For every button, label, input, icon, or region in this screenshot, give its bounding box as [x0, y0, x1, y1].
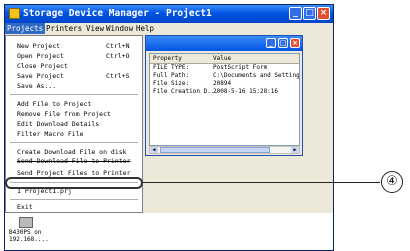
- horizontal-scrollbar[interactable]: ◀ ▶: [149, 146, 300, 154]
- value-cell: C:\Documents and Settings\Ad: [213, 72, 300, 79]
- column-header-property[interactable]: Property: [153, 54, 182, 63]
- maximize-button[interactable]: □: [303, 7, 316, 20]
- value-cell: 20894: [213, 80, 232, 87]
- child-maximize-button[interactable]: □: [278, 38, 288, 48]
- menu-item-edit-download-details[interactable]: Edit Download Details: [6, 119, 140, 129]
- menu-help[interactable]: Help: [134, 23, 156, 34]
- callout-highlight-ring: [5, 177, 143, 189]
- menu-item-save-project[interactable]: Save Project Ctrl+S: [6, 71, 140, 81]
- menu-item-exit[interactable]: Exit: [6, 202, 140, 212]
- menu-printers[interactable]: Printers: [44, 23, 84, 34]
- table-row[interactable]: Full Path: C:\Documents and Settings\Ad: [150, 72, 299, 80]
- callout-number: ④: [381, 171, 403, 193]
- table-row[interactable]: File Creation D... 2008-5-16 15:28:16: [150, 88, 299, 96]
- menu-item-close-project[interactable]: Close Project: [6, 61, 140, 71]
- printer-label-line1: B430PS on: [9, 229, 42, 236]
- menu-item-filter-macro-file[interactable]: Filter Macro File: [6, 129, 140, 139]
- menu-item-send-download-file[interactable]: Send Download File to Printer: [6, 156, 140, 166]
- callout-leader-line: [143, 182, 380, 183]
- file-properties-window: _ □ × Property Value FILE TYPE: PostScri…: [145, 35, 303, 156]
- child-close-button[interactable]: ×: [290, 38, 300, 48]
- property-cell: Full Path:: [153, 72, 190, 79]
- column-header-value[interactable]: Value: [213, 54, 231, 63]
- menu-projects[interactable]: Projects: [5, 23, 46, 34]
- menu-view[interactable]: View: [84, 23, 106, 34]
- app-icon: [9, 8, 20, 19]
- menu-item-save-as[interactable]: Save As...: [6, 81, 140, 91]
- value-cell: PostScript Form: [213, 64, 268, 71]
- workspace-area: [5, 213, 333, 250]
- scroll-right-icon[interactable]: ▶: [291, 147, 299, 153]
- menu-item-open-project[interactable]: Open Project Ctrl+O: [6, 51, 140, 61]
- child-minimize-button[interactable]: _: [266, 38, 276, 48]
- menu-item-remove-file[interactable]: Remove File from Project: [6, 109, 140, 119]
- value-cell: 2008-5-16 15:28:16: [213, 88, 279, 95]
- printer-label[interactable]: B430PS on 192.168....: [9, 229, 49, 243]
- scroll-thumb[interactable]: [160, 147, 270, 153]
- table-row[interactable]: FILE TYPE: PostScript Form: [150, 64, 299, 72]
- menu-window[interactable]: Window: [104, 23, 135, 34]
- menu-item-new-project[interactable]: New Project Ctrl+N: [6, 41, 140, 51]
- printer-icon[interactable]: [19, 217, 33, 228]
- menu-separator: [10, 142, 138, 143]
- minimize-button[interactable]: _: [289, 7, 302, 20]
- menu-bar: Projects Printers View Window Help: [5, 23, 333, 34]
- properties-table: Property Value FILE TYPE: PostScript For…: [149, 53, 300, 146]
- window-title: Storage Device Manager - Project1: [23, 8, 212, 19]
- table-header: Property Value: [150, 54, 299, 64]
- property-cell: File Creation D...: [153, 88, 219, 95]
- scroll-left-icon[interactable]: ◀: [150, 147, 158, 153]
- printer-label-line2: 192.168....: [9, 236, 49, 243]
- main-window: Storage Device Manager - Project1 _ □ × …: [4, 4, 334, 251]
- menu-separator: [10, 199, 138, 200]
- child-title-bar: _ □ ×: [146, 36, 302, 51]
- property-cell: FILE TYPE:: [153, 64, 190, 71]
- table-row[interactable]: File Size: 20894: [150, 80, 299, 88]
- menu-separator: [10, 94, 138, 95]
- title-bar: Storage Device Manager - Project1 _ □ ×: [5, 5, 333, 23]
- menu-item-add-file[interactable]: Add File to Project: [6, 99, 140, 109]
- close-button[interactable]: ×: [317, 7, 330, 20]
- property-cell: File Size:: [153, 80, 190, 87]
